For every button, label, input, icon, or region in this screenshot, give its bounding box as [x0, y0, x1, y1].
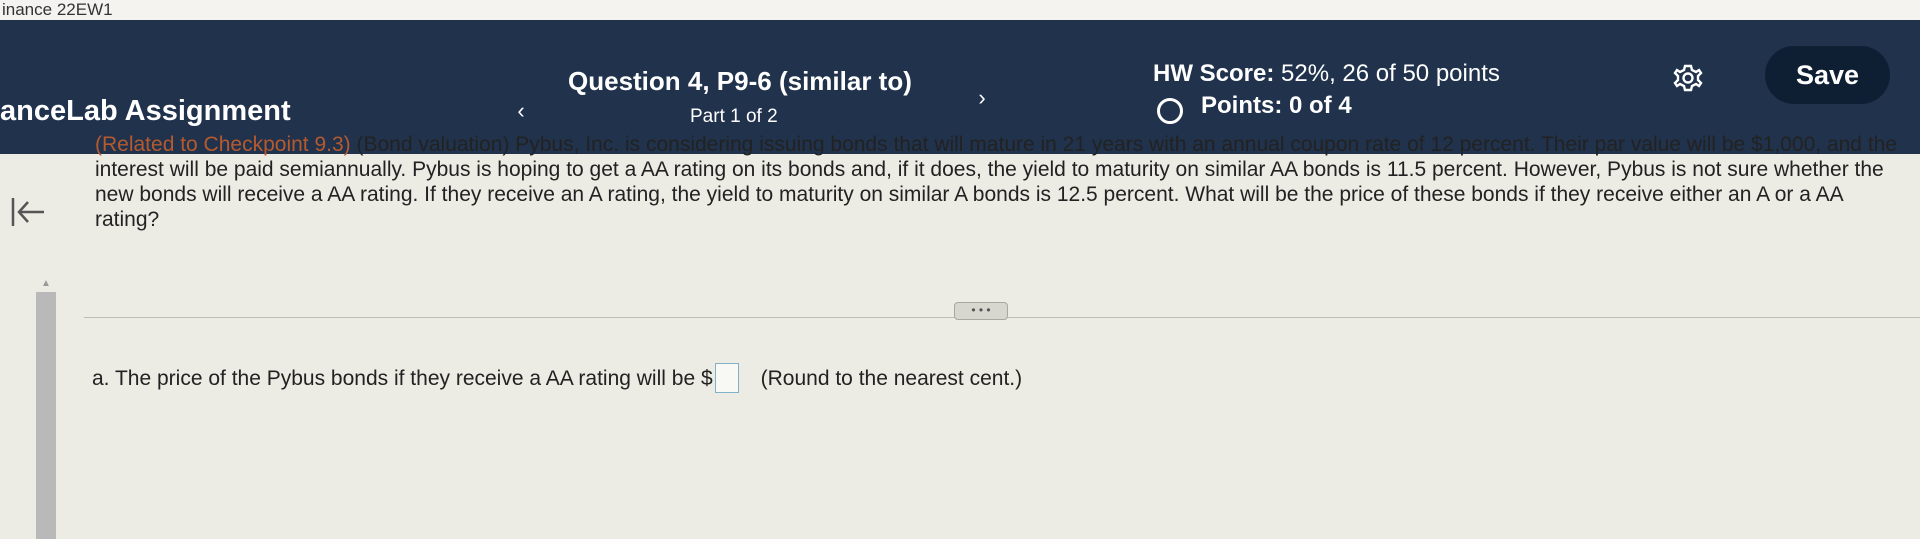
part-a-question: a. The price of the Pybus bonds if they … [92, 363, 1022, 393]
part-a-prefix: a. The price of the Pybus bonds if they … [92, 367, 713, 390]
price-answer-input[interactable] [714, 363, 739, 393]
save-button[interactable]: Save [1765, 46, 1890, 104]
browser-tab-title[interactable]: inance 22EW1 [2, 0, 113, 19]
scroll-up-icon[interactable]: ▲ [36, 278, 56, 290]
question-text: (Related to Checkpoint 9.3) (Bond valuat… [95, 132, 1905, 232]
question-title: Question 4, P9-6 (similar to) [568, 66, 912, 96]
chevron-left-icon[interactable]: ‹ [506, 96, 536, 126]
expand-more-button[interactable]: • • • [954, 302, 1008, 320]
hw-score: HW Score: 52%, 26 of 50 points [1153, 60, 1500, 88]
hw-score-value: 52%, 26 of 50 points [1281, 60, 1500, 87]
assignment-title: anceLab Assignment [0, 95, 291, 127]
part-label: Part 1 of 2 [690, 106, 778, 127]
hw-score-label: HW Score: [1153, 60, 1275, 87]
left-scrollbar[interactable] [36, 292, 56, 539]
gear-icon[interactable] [1673, 63, 1703, 93]
browser-tab-strip: inance 22EW1 [0, 0, 1920, 20]
points-label: Points: 0 of 4 [1201, 92, 1352, 119]
chevron-right-icon[interactable]: › [967, 83, 997, 113]
question-body: (Bond valuation) Pybus, Inc. is consider… [95, 133, 1898, 231]
part-a-suffix: (Round to the nearest cent.) [760, 367, 1023, 390]
back-arrow-icon[interactable] [10, 194, 46, 230]
radio-circle-icon [1157, 98, 1183, 124]
checkpoint-reference[interactable]: (Related to Checkpoint 9.3) [95, 133, 351, 156]
